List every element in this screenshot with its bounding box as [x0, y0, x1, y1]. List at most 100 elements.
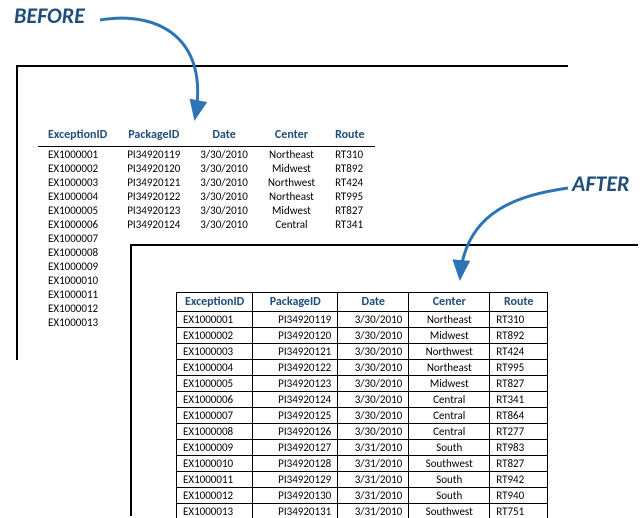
- after-cell: EX1000009: [177, 440, 253, 456]
- table-row: EX1000012PI349201303/31/2010SouthRT940: [177, 488, 548, 504]
- before-cell: 3/30/2010: [190, 203, 258, 217]
- before-cell: 3/30/2010: [190, 189, 258, 203]
- after-cell: 3/31/2010: [338, 440, 409, 456]
- before-cell: Midwest: [258, 203, 325, 217]
- before-cell: PI34920120: [117, 161, 190, 175]
- before-header-row: ExceptionID PackageID Date Center Route: [38, 128, 375, 147]
- after-cell: 3/31/2010: [338, 456, 409, 472]
- after-cell: PI34920131: [253, 504, 338, 518]
- after-cell: 3/30/2010: [338, 344, 409, 360]
- after-cell: EX1000002: [177, 328, 253, 344]
- before-cell: Central: [258, 217, 325, 231]
- after-cell: RT995: [490, 360, 548, 376]
- before-cell: EX1000008: [38, 245, 117, 259]
- table-row: EX1000003PI349201213/30/2010NorthwestRT4…: [177, 344, 548, 360]
- before-cell: EX1000005: [38, 203, 117, 217]
- after-cell: RT341: [490, 392, 548, 408]
- col-package-id: PackageID: [117, 128, 190, 147]
- before-cell: EX1000004: [38, 189, 117, 203]
- table-row: EX1000008PI349201263/30/2010CentralRT277: [177, 424, 548, 440]
- after-cell: Southwest: [409, 456, 490, 472]
- after-header-row: ExceptionID PackageID Date Center Route: [177, 293, 548, 312]
- after-cell: 3/30/2010: [338, 424, 409, 440]
- table-row: EX1000001PI349201193/30/2010NortheastRT3…: [38, 147, 375, 162]
- before-cell: [258, 231, 325, 245]
- table-row: EX1000007PI349201253/30/2010CentralRT864: [177, 408, 548, 424]
- before-cell: EX1000007: [38, 231, 117, 245]
- after-cell: PI34920124: [253, 392, 338, 408]
- table-row: EX1000006PI349201243/30/2010CentralRT341: [38, 217, 375, 231]
- before-cell: [190, 231, 258, 245]
- after-cell: RT983: [490, 440, 548, 456]
- col-date: Date: [338, 293, 409, 312]
- table-row: EX1000002PI349201203/30/2010MidwestRT892: [177, 328, 548, 344]
- after-cell: EX1000004: [177, 360, 253, 376]
- after-cell: 3/30/2010: [338, 312, 409, 328]
- before-cell: PI34920119: [117, 147, 190, 162]
- after-cell: Central: [409, 392, 490, 408]
- after-cell: RT310: [490, 312, 548, 328]
- after-cell: PI34920125: [253, 408, 338, 424]
- after-cell: PI34920127: [253, 440, 338, 456]
- after-cell: PI34920122: [253, 360, 338, 376]
- before-cell: 3/30/2010: [190, 217, 258, 231]
- after-cell: EX1000003: [177, 344, 253, 360]
- after-cell: EX1000005: [177, 376, 253, 392]
- after-cell: RT277: [490, 424, 548, 440]
- before-cell: EX1000001: [38, 147, 117, 162]
- before-cell: PI34920121: [117, 175, 190, 189]
- after-cell: EX1000012: [177, 488, 253, 504]
- before-cell: EX1000002: [38, 161, 117, 175]
- before-cell: [117, 231, 190, 245]
- after-cell: Northeast: [409, 312, 490, 328]
- after-cell: PI34920126: [253, 424, 338, 440]
- table-row: EX1000013PI349201313/31/2010SouthwestRT7…: [177, 504, 548, 518]
- after-cell: EX1000008: [177, 424, 253, 440]
- col-exception-id: ExceptionID: [38, 128, 117, 147]
- table-row: EX1000009PI349201273/31/2010SouthRT983: [177, 440, 548, 456]
- after-cell: 3/30/2010: [338, 360, 409, 376]
- after-label: AFTER: [572, 170, 629, 197]
- after-cell: EX1000006: [177, 392, 253, 408]
- col-date: Date: [190, 128, 258, 147]
- before-cell: Northeast: [258, 147, 325, 162]
- table-row: EX1000002PI349201203/30/2010MidwestRT892: [38, 161, 375, 175]
- before-cell: Midwest: [258, 161, 325, 175]
- after-table: ExceptionID PackageID Date Center Route …: [176, 292, 548, 518]
- after-cell: PI34920128: [253, 456, 338, 472]
- after-cell: EX1000011: [177, 472, 253, 488]
- table-row: EX1000007: [38, 231, 375, 245]
- before-cell: Northeast: [258, 189, 325, 203]
- table-row: EX1000011PI349201293/31/2010SouthRT942: [177, 472, 548, 488]
- after-cell: Midwest: [409, 328, 490, 344]
- before-cell: PI34920122: [117, 189, 190, 203]
- after-cell: 3/30/2010: [338, 392, 409, 408]
- before-cell: [325, 231, 375, 245]
- after-cell: EX1000001: [177, 312, 253, 328]
- table-row: EX1000005PI349201233/30/2010MidwestRT827: [177, 376, 548, 392]
- after-cell: PI34920130: [253, 488, 338, 504]
- before-cell: 3/30/2010: [190, 161, 258, 175]
- after-cell: 3/31/2010: [338, 472, 409, 488]
- table-row: EX1000003PI349201213/30/2010NorthwestRT4…: [38, 175, 375, 189]
- after-cell: PI34920129: [253, 472, 338, 488]
- after-cell: RT751: [490, 504, 548, 518]
- before-cell: EX1000003: [38, 175, 117, 189]
- after-cell: Central: [409, 424, 490, 440]
- before-label: BEFORE: [14, 2, 85, 29]
- before-cell: Northwest: [258, 175, 325, 189]
- after-cell: RT892: [490, 328, 548, 344]
- after-cell: RT827: [490, 456, 548, 472]
- after-cell: PI34920123: [253, 376, 338, 392]
- before-cell: PI34920123: [117, 203, 190, 217]
- table-row: EX1000001PI349201193/30/2010NortheastRT3…: [177, 312, 548, 328]
- col-center: Center: [258, 128, 325, 147]
- before-cell: RT995: [325, 189, 375, 203]
- after-cell: PI34920120: [253, 328, 338, 344]
- before-cell: RT892: [325, 161, 375, 175]
- before-cell: EX1000009: [38, 259, 117, 273]
- table-row: EX1000010PI349201283/31/2010SouthwestRT8…: [177, 456, 548, 472]
- after-cell: RT864: [490, 408, 548, 424]
- before-cell: EX1000011: [38, 287, 117, 301]
- after-cell: 3/31/2010: [338, 504, 409, 518]
